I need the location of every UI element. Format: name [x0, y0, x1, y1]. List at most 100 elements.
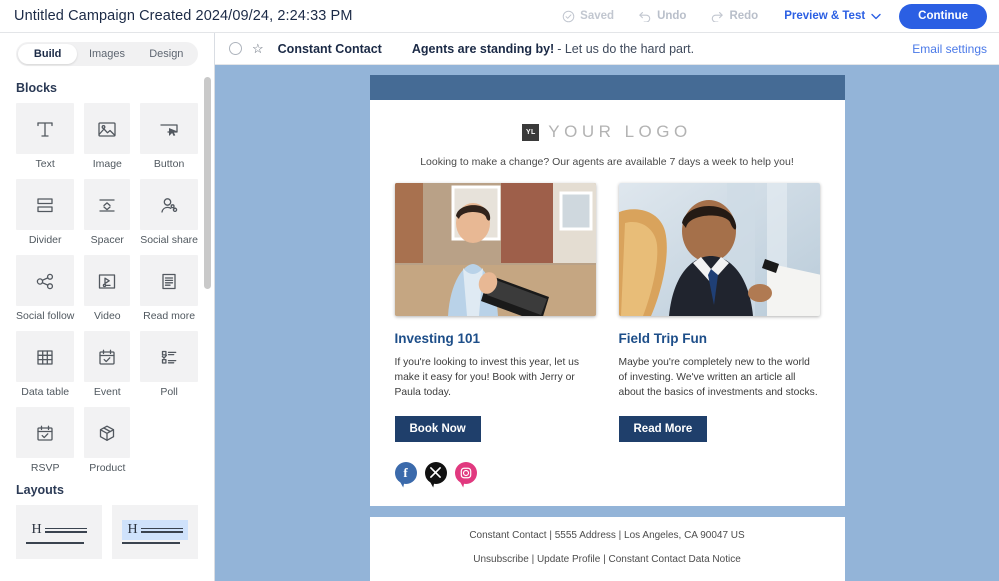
- block-event[interactable]: Event: [84, 331, 131, 398]
- sidebar-tabs-container: Build Images Design: [0, 33, 214, 72]
- block-image-label: Image: [92, 158, 122, 170]
- email-settings-link[interactable]: Email settings: [912, 42, 987, 56]
- block-social-share-label: Social share: [140, 234, 198, 246]
- block-poll-tile[interactable]: [140, 331, 198, 382]
- subject-line: Agents are standing by!: [411, 41, 555, 56]
- email-preview-pane: ☆ Constant Contact Agents are standing b…: [215, 33, 999, 581]
- email-header-band[interactable]: [369, 75, 845, 100]
- x-twitter-icon[interactable]: [424, 461, 447, 484]
- button-icon: [160, 123, 178, 136]
- email-canvas: YL YOUR LOGO Looking to make a change? O…: [215, 65, 999, 581]
- block-image[interactable]: Image: [84, 103, 131, 170]
- footer-links[interactable]: Unsubscribe | Update Profile | Constant …: [390, 554, 825, 565]
- layout-option-2[interactable]: H: [112, 505, 198, 559]
- block-social-follow[interactable]: Social follow: [16, 255, 75, 322]
- block-text-tile[interactable]: [16, 103, 75, 154]
- layout-option-1[interactable]: H: [16, 505, 102, 559]
- instagram-icon[interactable]: [454, 461, 477, 484]
- preview-and-test-menu[interactable]: Preview & Test: [770, 10, 891, 22]
- two-column-section: Investing 101 If you're looking to inves…: [394, 183, 820, 442]
- redo-label: Redo: [729, 10, 759, 22]
- continue-button[interactable]: Continue: [899, 3, 987, 29]
- column-left-body[interactable]: If you're looking to invest this year, l…: [395, 355, 596, 401]
- block-product-tile[interactable]: [84, 407, 131, 458]
- block-social-follow-label: Social follow: [16, 310, 75, 322]
- layouts-heading: Layouts: [16, 483, 64, 497]
- star-icon[interactable]: ☆: [252, 42, 264, 55]
- block-data-table-tile[interactable]: [16, 331, 75, 382]
- block-poll-label: Poll: [160, 386, 178, 398]
- block-rsvp[interactable]: RSVP: [16, 407, 75, 474]
- block-event-tile[interactable]: [84, 331, 131, 382]
- saved-label: Saved: [580, 10, 615, 22]
- block-divider[interactable]: Divider: [16, 179, 75, 246]
- tab-build[interactable]: Build: [18, 44, 78, 64]
- facebook-icon[interactable]: f: [394, 461, 417, 484]
- block-text[interactable]: Text: [16, 103, 75, 170]
- tab-images[interactable]: Images: [77, 44, 136, 64]
- undo-button[interactable]: Undo: [626, 10, 698, 22]
- preview-and-test-label: Preview & Test: [784, 10, 866, 22]
- sidebar-scrollbar-thumb[interactable]: [204, 77, 211, 289]
- layout-option-2-preview: H: [122, 520, 188, 541]
- email-footer-band: [369, 505, 845, 517]
- block-image-tile[interactable]: [84, 103, 131, 154]
- layout-heading-glyph: H: [127, 522, 138, 538]
- column-right-body[interactable]: Maybe you're completely new to the world…: [619, 355, 820, 401]
- block-data-table[interactable]: Data table: [16, 331, 75, 398]
- block-read-more-tile[interactable]: [140, 255, 198, 306]
- block-read-more-label: Read more: [143, 310, 196, 322]
- sender-name: Constant Contact: [277, 41, 382, 56]
- read-more-icon: [162, 273, 176, 289]
- logo-text: YOUR LOGO: [548, 122, 692, 141]
- undo-label: Undo: [657, 10, 687, 22]
- logo-block[interactable]: YL YOUR LOGO: [395, 116, 820, 156]
- block-button[interactable]: Button: [140, 103, 198, 170]
- column-left-title[interactable]: Investing 101: [395, 331, 596, 346]
- layout-lines: [44, 527, 87, 533]
- block-button-tile[interactable]: [140, 103, 198, 154]
- avatar-placeholder-icon[interactable]: [229, 42, 242, 55]
- layout-lines: [140, 527, 183, 533]
- block-spacer-tile[interactable]: [84, 179, 131, 230]
- tagline-text[interactable]: Looking to make a change? Our agents are…: [395, 156, 820, 183]
- block-read-more[interactable]: Read more: [140, 255, 198, 322]
- block-product[interactable]: Product: [84, 407, 131, 474]
- social-share-icon: [161, 197, 178, 213]
- block-social-share[interactable]: Social share: [140, 179, 198, 246]
- text-icon: [37, 121, 53, 137]
- editor-body: Build Images Design Blocks Text Image Bu…: [0, 33, 999, 581]
- block-poll[interactable]: Poll: [140, 331, 198, 398]
- book-now-button[interactable]: Book Now: [394, 415, 481, 442]
- sidebar-scroll-area: Blocks Text Image Button Divider Spacer …: [0, 72, 214, 581]
- block-spacer[interactable]: Spacer: [84, 179, 131, 246]
- image-field-trip[interactable]: [618, 183, 820, 316]
- block-video-tile[interactable]: [84, 255, 131, 306]
- facebook-glyph: f: [403, 465, 408, 481]
- block-social-follow-tile[interactable]: [16, 255, 75, 306]
- undo-icon: [639, 12, 651, 22]
- tab-design[interactable]: Design: [137, 44, 196, 64]
- social-follow-icon: [36, 273, 54, 289]
- rsvp-icon: [37, 425, 53, 441]
- image-investing[interactable]: [394, 183, 596, 316]
- block-divider-label: Divider: [28, 234, 62, 246]
- footer-address: Constant Contact | 5555 Address | Los An…: [469, 529, 745, 541]
- block-rsvp-tile[interactable]: [16, 407, 75, 458]
- read-more-button[interactable]: Read More: [618, 415, 708, 442]
- data-table-icon: [37, 349, 53, 365]
- layout-option-1-preview: H: [26, 520, 91, 540]
- preheader-text: - Let us do the hard part.: [557, 41, 695, 56]
- sidebar-tabs: Build Images Design: [16, 42, 198, 66]
- block-social-share-tile[interactable]: [140, 179, 198, 230]
- column-right-title[interactable]: Field Trip Fun: [619, 331, 820, 346]
- redo-button[interactable]: Redo: [698, 10, 770, 22]
- block-video[interactable]: Video: [84, 255, 131, 322]
- block-product-label: Product: [89, 462, 126, 474]
- image-icon: [98, 121, 116, 137]
- video-icon: [99, 273, 116, 289]
- subject-bar: ☆ Constant Contact Agents are standing b…: [215, 33, 999, 65]
- blocks-heading: Blocks: [16, 81, 57, 95]
- block-divider-tile[interactable]: [16, 179, 75, 230]
- divider-icon: [37, 197, 53, 212]
